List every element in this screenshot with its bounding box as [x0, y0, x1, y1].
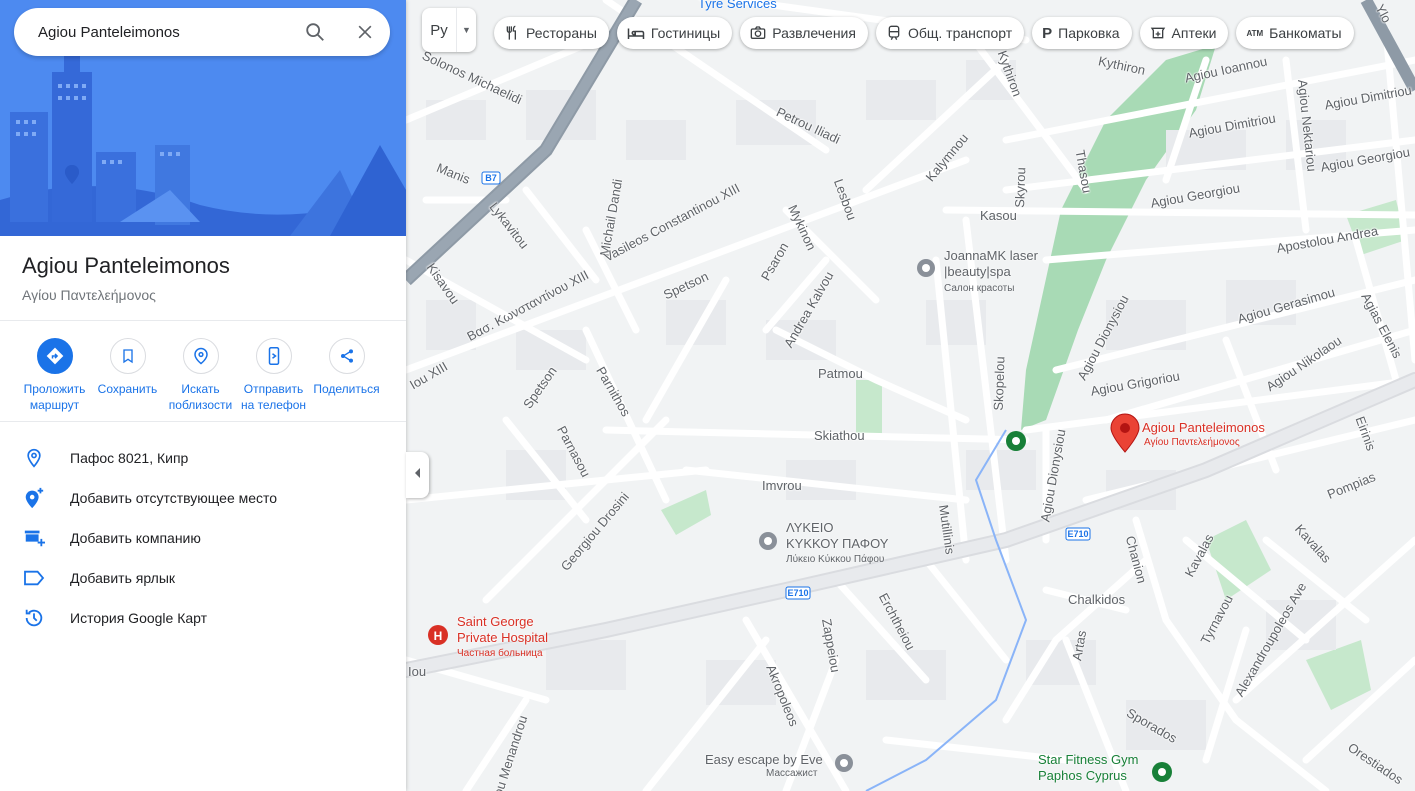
map-type-button[interactable]: Ру ▼ [422, 8, 476, 52]
hospital-category: Частная больница [457, 648, 543, 659]
divider [0, 421, 406, 422]
beauty-salon-label[interactable]: JoannaMK laser |beauty|spa [944, 248, 1038, 280]
chip-pharmacies[interactable]: Аптеки [1139, 17, 1229, 49]
tyre-services-label[interactable]: Tyre Services [698, 0, 777, 12]
add-missing-place-row[interactable]: Добавить отсутствующее место [0, 478, 406, 518]
add-missing-place-text: Добавить отсутствующее место [70, 490, 278, 506]
road-shield-e710-b: E710 [787, 588, 808, 598]
address-text: Пафос 8021, Кипр [70, 450, 189, 466]
parking-icon: P [1042, 24, 1053, 42]
pharmacy-icon [1150, 25, 1166, 41]
location-pin-icon [22, 446, 46, 470]
google-maps-app: B7 E710 E710 H Solonos Michaelidi Petrou… [0, 0, 1415, 791]
nearby-search-icon [182, 338, 219, 374]
selected-place-label[interactable]: Agiou Panteleimonos [1142, 420, 1265, 436]
directions-icon [36, 338, 73, 374]
search-input[interactable]: Agiou Panteleimonos [38, 24, 290, 41]
gym-label[interactable]: Star Fitness Gym Paphos Cyprus [1038, 752, 1138, 784]
chevron-left-icon [413, 466, 423, 484]
send-to-phone-label: Отправить на телефон [240, 382, 307, 412]
massage-label[interactable]: Easy escape by Eve [705, 752, 823, 768]
directions-label: Проложить маршрут [23, 382, 86, 412]
chip-parking[interactable]: P Парковка [1032, 17, 1132, 49]
massage-category: Массажист [766, 768, 818, 779]
place-title: Agiou Panteleimonos [22, 253, 230, 278]
save-button[interactable]: Сохранить [91, 338, 164, 418]
chip-restaurants[interactable]: Рестораны [494, 17, 609, 49]
add-place-icon [22, 486, 46, 510]
camera-icon [750, 25, 766, 41]
restaurant-icon [504, 25, 520, 41]
transit-icon [886, 25, 902, 41]
school-sublabel: Лύκειο Κύκκου Πάφου [786, 554, 885, 565]
add-label-text: Добавить ярлык [70, 570, 176, 586]
school-label[interactable]: ΛΥΚΕΙΟ ΚΥΚΚΟΥ ΠΑΦΟΥ [786, 520, 888, 552]
place-subtitle: Αγίου Παντελεήμονος [22, 287, 156, 303]
add-business-icon [22, 526, 46, 550]
chip-hotels[interactable]: Гостиницы [616, 17, 733, 49]
road-shield-b7: B7 [485, 173, 497, 183]
collapse-panel-button[interactable] [406, 452, 429, 498]
map-canvas[interactable]: B7 E710 E710 H Solonos Michaelidi Petrou… [406, 0, 1415, 791]
label-icon [22, 566, 46, 590]
map-type-label: Ру [430, 21, 448, 39]
maps-history-row[interactable]: История Google Карт [0, 598, 406, 638]
history-icon [22, 606, 46, 630]
divider [0, 320, 406, 321]
save-label: Сохранить [97, 382, 158, 396]
chevron-down-icon[interactable]: ▼ [456, 8, 476, 52]
nearby-button[interactable]: Искать поблизости [164, 338, 237, 418]
selected-place-sublabel: Αγίου Παντελεήμονος [1144, 437, 1240, 448]
add-business-row[interactable]: Добавить компанию [0, 518, 406, 558]
address-row[interactable]: Пафос 8021, Кипр [0, 438, 406, 478]
svg-text:H: H [434, 629, 443, 643]
nearby-label: Искать поблизости [168, 382, 233, 412]
maps-history-text: История Google Карт [70, 610, 208, 626]
beauty-salon-category: Салон красоты [944, 283, 1015, 294]
send-to-phone-icon [255, 338, 292, 374]
add-business-text: Добавить компанию [70, 530, 201, 546]
place-info-list: Пафос 8021, Кипр Добавить отсутствующее … [0, 438, 406, 638]
hospital-label[interactable]: Saint George Private Hospital [457, 614, 548, 646]
action-buttons: Проложить маршрут Сохранить Искать побли… [18, 338, 388, 418]
category-chips: Рестораны Гостиницы Развлечения Общ. тра… [494, 17, 1354, 49]
share-label: Поделиться [313, 382, 380, 396]
directions-button[interactable]: Проложить маршрут [18, 338, 91, 418]
search-box[interactable]: Agiou Panteleimonos [14, 8, 390, 56]
chip-entertainment[interactable]: Развлечения [740, 17, 868, 49]
add-label-row[interactable]: Добавить ярлык [0, 558, 406, 598]
chip-transit[interactable]: Общ. транспорт [875, 17, 1025, 49]
send-to-phone-button[interactable]: Отправить на телефон [237, 338, 310, 418]
map-roads: B7 E710 E710 H [406, 0, 1415, 791]
hotel-icon [627, 25, 645, 41]
search-icon[interactable] [290, 8, 340, 56]
place-panel: Agiou Panteleimonos Agiou Panteleimonos … [0, 0, 406, 791]
road-shield-e710-a: E710 [1067, 529, 1088, 539]
close-icon[interactable] [340, 8, 390, 56]
atm-icon: ATM [1246, 28, 1264, 38]
share-icon [328, 338, 365, 374]
share-button[interactable]: Поделиться [310, 338, 383, 418]
chip-atms[interactable]: ATM Банкоматы [1236, 17, 1354, 49]
bookmark-icon [109, 338, 146, 374]
